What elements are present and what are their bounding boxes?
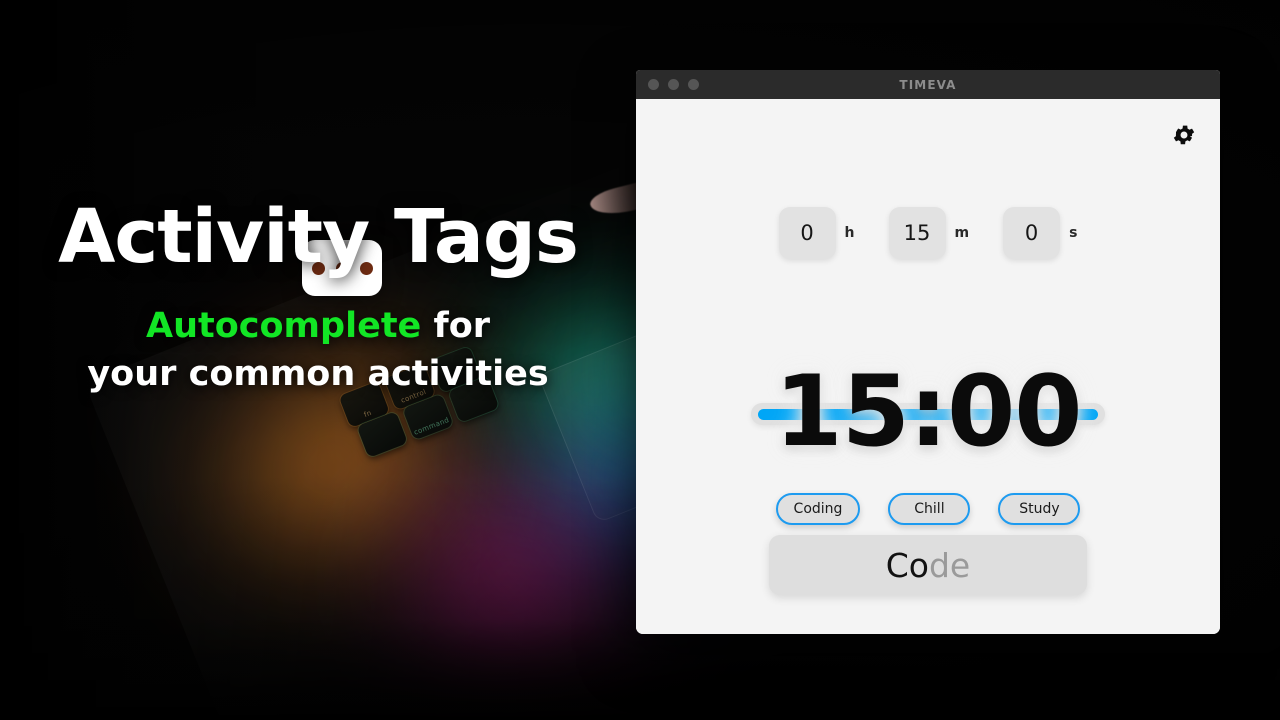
traffic-lights xyxy=(648,79,699,90)
app-window: TIMEVA h m xyxy=(636,70,1220,634)
seconds-unit-label: s xyxy=(1069,225,1078,241)
countdown-area: 15:00 xyxy=(636,347,1220,477)
activity-tags-row: Coding Chill Study xyxy=(636,493,1220,525)
minimize-dot-icon[interactable] xyxy=(668,79,679,90)
minutes-field: m xyxy=(888,207,970,259)
autocomplete-typed-text: Co xyxy=(885,545,929,585)
minutes-input[interactable] xyxy=(888,207,946,259)
maximize-dot-icon[interactable] xyxy=(688,79,699,90)
hours-input[interactable] xyxy=(778,207,836,259)
time-input-row: h m s xyxy=(636,207,1220,259)
promo-subhead: Autocomplete for your common activities xyxy=(0,303,636,398)
window-title: TIMEVA xyxy=(899,77,957,92)
settings-button[interactable] xyxy=(1170,121,1198,149)
tag-chip-chill[interactable]: Chill xyxy=(888,493,971,525)
promo-copy: Activity Tags Autocomplete for your comm… xyxy=(0,194,636,399)
tag-chip-coding[interactable]: Coding xyxy=(775,493,861,525)
autocomplete-suggestion-text: de xyxy=(928,545,971,585)
screenshot-root: fn control command Activity Tags Autocom… xyxy=(0,0,1280,720)
hours-field: h xyxy=(778,207,855,259)
window-body: h m s 15:00 Coding xyxy=(636,99,1220,634)
minutes-unit-label: m xyxy=(954,225,970,241)
promo-subhead-rest: for xyxy=(421,306,491,347)
seconds-input[interactable] xyxy=(1003,207,1061,259)
seconds-field: s xyxy=(1003,207,1077,259)
promo-subhead-accent: Autocomplete xyxy=(145,306,422,347)
promo-subhead-line2: your common activities xyxy=(87,354,549,395)
activity-autocomplete-input[interactable]: Code xyxy=(769,535,1087,595)
gear-icon xyxy=(1171,122,1197,148)
hours-unit-label: h xyxy=(844,225,855,241)
window-titlebar: TIMEVA xyxy=(636,70,1220,99)
page-title: Activity Tags xyxy=(58,194,579,280)
countdown-display: 15:00 xyxy=(774,355,1083,469)
tag-chip-study[interactable]: Study xyxy=(998,493,1081,525)
close-dot-icon[interactable] xyxy=(648,79,659,90)
autocomplete-text: Code xyxy=(886,549,970,582)
